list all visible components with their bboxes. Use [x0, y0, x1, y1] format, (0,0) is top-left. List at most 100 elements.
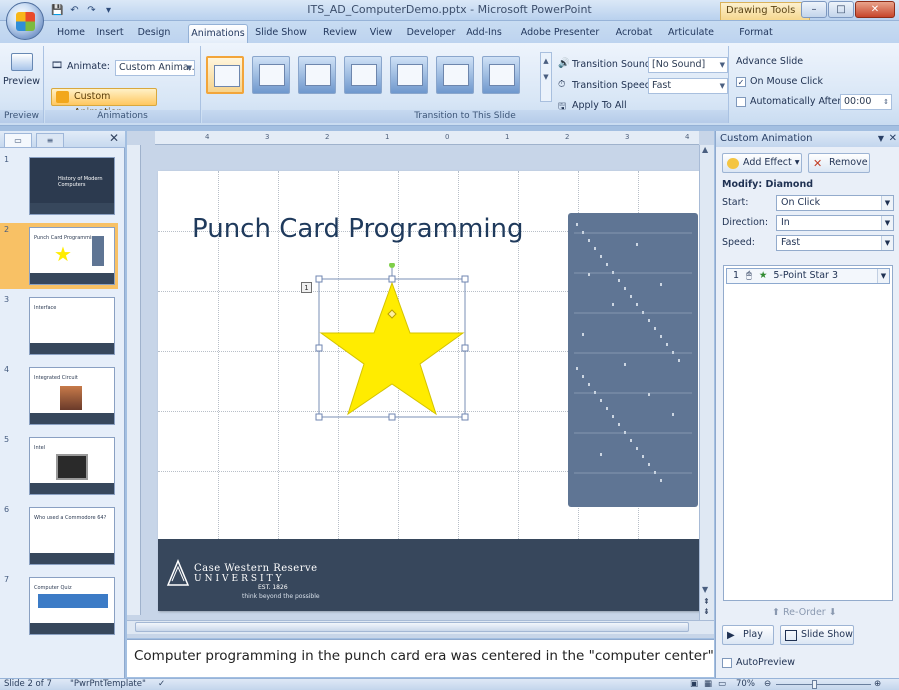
previous-slide-icon[interactable]: ⇞ [703, 597, 710, 606]
play-button[interactable]: ▶ Play [722, 625, 774, 645]
resize-handle[interactable] [315, 275, 323, 283]
tab-animations[interactable]: Animations [188, 24, 248, 43]
transition-speed-value: Fast [652, 80, 672, 91]
slide-thumbnail[interactable]: 4 Integrated Circuit [0, 363, 118, 429]
tab-view[interactable]: View [366, 24, 396, 43]
horizontal-scrollbar[interactable] [127, 620, 714, 634]
slide-show-button[interactable]: Slide Show [780, 625, 854, 645]
arrow-up-icon[interactable]: ⬆ [772, 607, 780, 618]
slide-thumbnail[interactable]: 5 Intel [0, 433, 118, 499]
close-icon[interactable]: ✕ [889, 131, 897, 147]
outline-tab[interactable]: ≡ [36, 133, 64, 147]
reorder-control[interactable]: ⬆ Re-Order ⬇ [772, 607, 837, 618]
zoom-slider[interactable] [776, 684, 871, 685]
tab-format[interactable]: Format [734, 24, 778, 43]
resize-handle[interactable] [461, 413, 469, 421]
ruler-tick: 1 [505, 133, 510, 141]
tab-home[interactable]: Home [52, 24, 90, 43]
animate-combo[interactable]: Custom Anima... ▼ [115, 60, 195, 76]
resize-handle[interactable] [461, 344, 469, 352]
slide-title[interactable]: Punch Card Programming [192, 214, 524, 244]
arrow-down-icon[interactable]: ⬇ [829, 607, 837, 618]
slide-thumbnail[interactable]: 1 History of Modern Computers [0, 153, 118, 219]
scroll-down-icon[interactable]: ▼ [702, 585, 708, 594]
scroll-thumb[interactable] [135, 622, 689, 632]
slides-tab[interactable]: ▭ [4, 133, 32, 147]
transition-sound-combo[interactable]: [No Sound] ▼ [648, 57, 728, 73]
speed-select[interactable]: Fast ▼ [776, 235, 894, 251]
tab-add-ins[interactable]: Add-Ins [462, 24, 506, 43]
tab-review[interactable]: Review [318, 24, 362, 43]
thumb-footer [30, 553, 114, 564]
normal-view-icon[interactable]: ▣ [690, 679, 698, 690]
transition-cut-black-thumb[interactable] [390, 56, 428, 94]
resize-handle[interactable] [461, 275, 469, 283]
punch-card-image[interactable] [568, 213, 698, 507]
spell-check-icon[interactable]: ✓ [158, 679, 165, 690]
gallery-scroll[interactable]: ▲ ▼ [540, 52, 552, 102]
transition-wipe-thumb[interactable] [482, 56, 520, 94]
chevron-down-icon[interactable]: ▼ [878, 131, 884, 147]
checkbox-checked-icon: ✓ [736, 76, 746, 87]
zoom-level[interactable]: 70% [736, 679, 755, 690]
tab-insert[interactable]: Insert [90, 24, 130, 43]
tab-adobe-presenter[interactable]: Adobe Presenter [518, 24, 602, 43]
slideshow-view-icon[interactable]: ▭ [718, 679, 726, 690]
notes-text[interactable]: Computer programming in the punch card e… [134, 648, 714, 664]
tab-slide-show[interactable]: Slide Show [252, 24, 310, 43]
resize-handle[interactable] [388, 413, 396, 421]
slide-canvas[interactable]: Punch Card Programming 1 Case Western Re… [158, 171, 700, 611]
transition-speed-combo[interactable]: Fast ▼ [648, 78, 728, 94]
effect-list-item[interactable]: 1 🖱 ★ 5-Point Star 3 ▼ [726, 268, 890, 284]
five-point-star-shape[interactable] [313, 263, 473, 423]
vertical-scrollbar[interactable]: ▲ ▼ ⇞ ⇟ [699, 145, 714, 620]
rotate-handle[interactable] [389, 263, 395, 268]
resize-handle[interactable] [315, 413, 323, 421]
zoom-in-icon[interactable]: ⊕ [874, 679, 881, 690]
tab-design[interactable]: Design [132, 24, 176, 43]
remove-button[interactable]: ✕ Remove [808, 153, 870, 173]
chevron-down-icon[interactable]: ▼ [877, 269, 889, 283]
transition-cut-thumb[interactable] [344, 56, 382, 94]
advance-slide-group: Advance Slide ✓ On Mouse Click Automatica… [730, 46, 899, 123]
scroll-up-icon[interactable]: ▲ [702, 145, 708, 154]
slide-thumbnail[interactable]: 6 Who used a Commodore 64? [0, 503, 118, 569]
tab-articulate[interactable]: Articulate [664, 24, 718, 43]
close-icon[interactable]: ✕ [109, 131, 119, 145]
preview-button[interactable]: Preview [3, 76, 40, 87]
autopreview-checkbox[interactable]: AutoPreview [722, 657, 795, 668]
effect-list[interactable]: 1 🖱 ★ 5-Point Star 3 ▼ [723, 265, 893, 601]
office-button[interactable] [6, 2, 44, 40]
close-button[interactable]: ✕ [855, 1, 895, 18]
transition-fade-black-thumb[interactable] [298, 56, 336, 94]
direction-select[interactable]: In ▼ [776, 215, 894, 231]
resize-handle[interactable] [315, 344, 323, 352]
thumb-footer [30, 203, 114, 214]
ruler-tick: 3 [265, 133, 270, 141]
zoom-slider-thumb[interactable] [812, 680, 817, 689]
custom-animation-icon [56, 91, 69, 103]
tab-acrobat[interactable]: Acrobat [612, 24, 656, 43]
tab-developer[interactable]: Developer [402, 24, 460, 43]
transition-dissolve-thumb[interactable] [436, 56, 474, 94]
transition-none-thumb[interactable] [206, 56, 244, 94]
slide-thumbnail[interactable]: 7 Computer Quiz [0, 573, 118, 639]
resize-handle[interactable] [388, 275, 396, 283]
slide-thumbnail-active[interactable]: 2 Punch Card Programming ★ [0, 223, 118, 289]
animation-order-tag[interactable]: 1 [301, 282, 312, 293]
custom-animation-button[interactable]: Custom Animation [51, 88, 157, 118]
notes-pane[interactable]: Computer programming in the punch card e… [127, 639, 714, 677]
maximize-button[interactable]: □ [828, 1, 854, 18]
next-slide-icon[interactable]: ⇟ [703, 607, 710, 616]
slide-thumbnail[interactable]: 3 Interface [0, 293, 118, 359]
auto-after-input[interactable]: 00:00 ⇕ [840, 94, 892, 110]
slide-thumb-image: Computer Quiz [29, 577, 115, 635]
zoom-out-icon[interactable]: ⊖ [764, 679, 771, 690]
transition-fade-thumb[interactable] [252, 56, 290, 94]
start-select[interactable]: On Click ▼ [776, 195, 894, 211]
minimize-button[interactable]: – [801, 1, 827, 18]
add-effect-button[interactable]: Add Effect ▾ [722, 153, 802, 173]
on-mouse-click-checkbox[interactable]: ✓ On Mouse Click [736, 76, 823, 87]
auto-after-checkbox[interactable]: Automatically After: [736, 96, 844, 107]
sorter-view-icon[interactable]: ▦ [704, 679, 712, 690]
